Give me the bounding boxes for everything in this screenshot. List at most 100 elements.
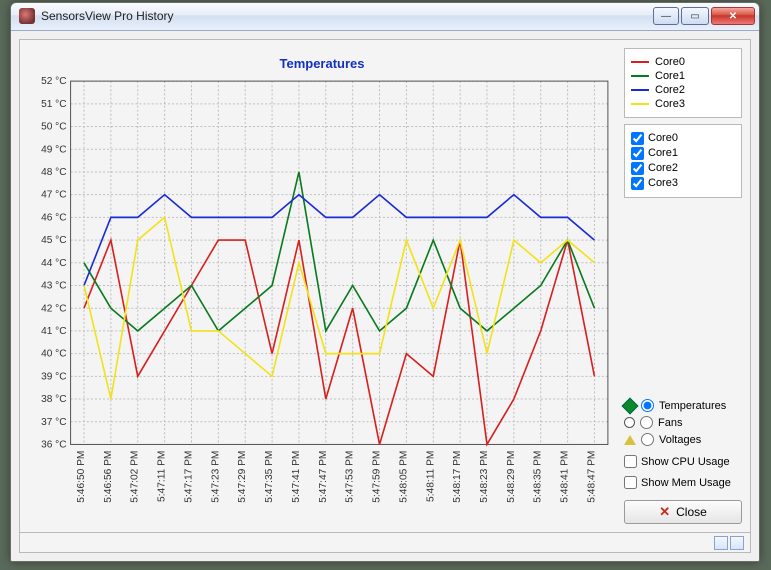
window-title: SensorsView Pro History [41, 9, 653, 23]
chart-column: Temperatures 36 °C 37 °C 38 °C 39 °C 40 °C 41… [28, 48, 616, 524]
view-mode-panel: Temperatures Fans Voltages [624, 397, 742, 448]
series-checkbox-label: Core1 [648, 147, 678, 159]
series-checkbox-label: Core2 [648, 162, 678, 174]
svg-text:5:47:11 PM: 5:47:11 PM [157, 451, 168, 502]
minimize-button[interactable]: — [653, 7, 679, 25]
legend-panel: Core0 Core1 Core2 Core3 [624, 48, 742, 118]
svg-text:49 °C: 49 °C [41, 144, 66, 155]
voltage-icon [624, 435, 636, 445]
svg-text:5:48:17 PM: 5:48:17 PM [452, 451, 463, 503]
close-icon: ✕ [659, 504, 670, 520]
legend-label: Core3 [655, 98, 685, 110]
svg-text:43 °C: 43 °C [41, 280, 66, 291]
statusbar-button-1[interactable] [714, 536, 728, 550]
statusbar [20, 532, 750, 552]
svg-text:37 °C: 37 °C [41, 417, 66, 428]
show-mem-usage-label: Show Mem Usage [641, 477, 731, 489]
svg-text:5:47:47 PM: 5:47:47 PM [318, 451, 329, 503]
svg-text:5:47:02 PM: 5:47:02 PM [130, 451, 141, 503]
series-checkbox-input[interactable] [631, 162, 644, 175]
svg-text:46 °C: 46 °C [41, 212, 66, 223]
svg-text:5:48:23 PM: 5:48:23 PM [479, 451, 490, 503]
svg-text:47 °C: 47 °C [41, 190, 66, 201]
series-checkbox-input[interactable] [631, 147, 644, 160]
svg-text:5:48:29 PM: 5:48:29 PM [506, 451, 517, 503]
svg-text:5:47:29 PM: 5:47:29 PM [237, 451, 248, 503]
sidebar: Core0Core1Core2Core3 Core0Core1Core2Core… [624, 48, 742, 524]
svg-text:5:48:11 PM: 5:48:11 PM [425, 451, 436, 502]
show-mem-usage-checkbox[interactable]: Show Mem Usage [624, 475, 742, 490]
window-close-button[interactable]: ✕ [711, 7, 755, 25]
svg-text:38 °C: 38 °C [41, 394, 66, 405]
svg-text:5:47:23 PM: 5:47:23 PM [210, 451, 221, 503]
view-mode-radio[interactable]: Temperatures [624, 397, 742, 414]
view-mode-radio-input[interactable] [640, 416, 653, 429]
series-checkbox-label: Core3 [648, 177, 678, 189]
legend-item: Core1 [631, 69, 735, 83]
show-mem-usage-input[interactable] [624, 476, 637, 489]
main-area: Temperatures 36 °C 37 °C 38 °C 39 °C 40 °C 41… [20, 40, 750, 532]
svg-text:48 °C: 48 °C [41, 167, 66, 178]
svg-text:51 °C: 51 °C [41, 99, 66, 110]
svg-text:44 °C: 44 °C [41, 258, 66, 269]
fan-icon [624, 417, 635, 428]
view-mode-radio-label: Voltages [659, 434, 701, 446]
svg-text:5:47:53 PM: 5:47:53 PM [345, 451, 356, 503]
legend-swatch [631, 89, 649, 91]
svg-text:5:48:35 PM: 5:48:35 PM [533, 451, 544, 503]
app-window: SensorsView Pro History — ▭ ✕ Temperatur… [10, 2, 760, 562]
legend-item: Core0 [631, 55, 735, 69]
show-cpu-usage-input[interactable] [624, 455, 637, 468]
series-toggle-panel: Core0 Core1 Core2 Core3 [624, 124, 742, 198]
svg-text:5:47:59 PM: 5:47:59 PM [372, 451, 383, 503]
show-cpu-usage-label: Show CPU Usage [641, 456, 730, 468]
series-checkbox[interactable]: Core1 [631, 146, 735, 161]
legend-item: Core3 [631, 97, 735, 111]
close-button[interactable]: ✕ Close [624, 500, 742, 524]
svg-text:5:48:05 PM: 5:48:05 PM [398, 451, 409, 503]
legend-label: Core1 [655, 70, 685, 82]
svg-text:5:48:47 PM: 5:48:47 PM [586, 451, 597, 503]
view-mode-radio-input[interactable] [641, 433, 654, 446]
app-icon [19, 8, 35, 24]
svg-text:5:46:56 PM: 5:46:56 PM [103, 451, 114, 503]
chart-plot-area: 36 °C37 °C38 °C39 °C40 °C41 °C42 °C43 °C… [28, 75, 616, 524]
svg-text:45 °C: 45 °C [41, 235, 66, 246]
svg-text:5:48:41 PM: 5:48:41 PM [560, 451, 571, 503]
maximize-button[interactable]: ▭ [681, 7, 709, 25]
legend-label: Core2 [655, 84, 685, 96]
series-checkbox-input[interactable] [631, 132, 644, 145]
view-mode-radio[interactable]: Voltages [624, 431, 742, 448]
series-checkbox[interactable]: Core2 [631, 161, 735, 176]
statusbar-button-2[interactable] [730, 536, 744, 550]
svg-text:5:47:41 PM: 5:47:41 PM [291, 451, 302, 503]
svg-text:40 °C: 40 °C [41, 349, 66, 360]
legend-label: Core0 [655, 56, 685, 68]
svg-text:50 °C: 50 °C [41, 122, 66, 133]
line-chart: 36 °C37 °C38 °C39 °C40 °C41 °C42 °C43 °C… [28, 75, 616, 524]
titlebar[interactable]: SensorsView Pro History — ▭ ✕ [11, 3, 759, 31]
svg-text:52 °C: 52 °C [41, 76, 66, 87]
series-checkbox[interactable]: Core0 [631, 131, 735, 146]
show-cpu-usage-checkbox[interactable]: Show CPU Usage [624, 454, 742, 469]
view-mode-radio-label: Temperatures [659, 400, 726, 412]
legend-swatch [631, 103, 649, 105]
series-checkbox-label: Core0 [648, 132, 678, 144]
svg-text:5:47:17 PM: 5:47:17 PM [184, 451, 195, 503]
svg-text:5:46:50 PM: 5:46:50 PM [76, 451, 87, 503]
temperature-icon [622, 397, 639, 414]
svg-text:5:47:35 PM: 5:47:35 PM [264, 451, 275, 503]
series-checkbox[interactable]: Core3 [631, 176, 735, 191]
client-area: Temperatures 36 °C 37 °C 38 °C 39 °C 40 °C 41… [19, 39, 751, 553]
view-mode-radio-input[interactable] [641, 399, 654, 412]
chart-title: Temperatures [28, 48, 616, 75]
series-checkbox-input[interactable] [631, 177, 644, 190]
svg-text:41 °C: 41 °C [41, 326, 66, 337]
view-mode-radio-label: Fans [658, 417, 682, 429]
svg-text:36 °C: 36 °C [41, 439, 66, 450]
view-mode-radio[interactable]: Fans [624, 414, 742, 431]
legend-item: Core2 [631, 83, 735, 97]
close-button-label: Close [676, 505, 707, 519]
svg-text:39 °C: 39 °C [41, 371, 66, 382]
legend-swatch [631, 75, 649, 77]
